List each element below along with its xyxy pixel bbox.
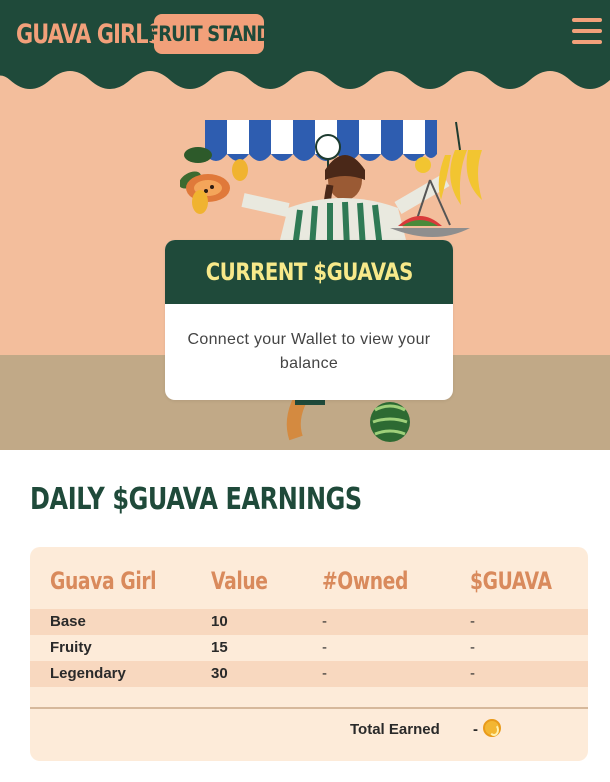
column-header-value: Value xyxy=(211,567,268,595)
watermelon xyxy=(370,402,410,442)
row-value: 15 xyxy=(211,639,228,656)
column-header-guava-girl: Guava Girl xyxy=(50,567,157,595)
row-value: 30 xyxy=(211,665,228,682)
row-name: Base xyxy=(50,613,86,630)
row-guava: - xyxy=(470,639,475,656)
total-earned-value: - xyxy=(473,721,478,738)
row-name: Legendary xyxy=(50,665,126,682)
row-guava: - xyxy=(470,613,475,630)
total-earned-label: Total Earned xyxy=(350,721,440,738)
row-owned: - xyxy=(322,639,327,656)
balance-message: Connect your Wallet to view your balance xyxy=(187,331,431,372)
row-guava: - xyxy=(470,665,475,682)
row-owned: - xyxy=(322,665,327,682)
table-row: Fruity 15 - - xyxy=(30,635,588,661)
row-value: 10 xyxy=(211,613,228,630)
logo-text-guava-girls: GUAVA GIRLS xyxy=(16,18,163,50)
table-row: Base 10 - - xyxy=(30,609,588,635)
bananas xyxy=(438,121,482,205)
row-name: Fruity xyxy=(50,639,92,656)
table-divider xyxy=(30,707,588,709)
column-header-owned: #Owned xyxy=(322,567,408,595)
guava-coin-icon xyxy=(483,719,501,737)
balance-card-header: CURRENT $GUAVAS xyxy=(165,240,453,304)
logo-badge-fruit-stand: FRUIT STAND xyxy=(147,14,272,54)
table-row: Legendary 30 - - xyxy=(30,661,588,687)
earnings-title: DAILY $GUAVA EARNINGS xyxy=(30,482,362,517)
site-header: GUAVA GIRLS FRUIT STAND xyxy=(0,0,610,100)
site-logo[interactable]: GUAVA GIRLS FRUIT STAND xyxy=(16,14,272,54)
earnings-table: Guava Girl Value #Owned $GUAVA Base 10 -… xyxy=(30,547,588,761)
hamburger-menu-icon[interactable] xyxy=(572,18,602,44)
column-header-guava: $GUAVA xyxy=(470,567,552,595)
balance-card: CURRENT $GUAVAS Connect your Wallet to v… xyxy=(165,240,453,400)
balance-title: CURRENT $GUAVAS xyxy=(205,258,413,286)
logo-text-fruit-stand: FRUIT STAND xyxy=(147,22,271,46)
row-owned: - xyxy=(322,613,327,630)
